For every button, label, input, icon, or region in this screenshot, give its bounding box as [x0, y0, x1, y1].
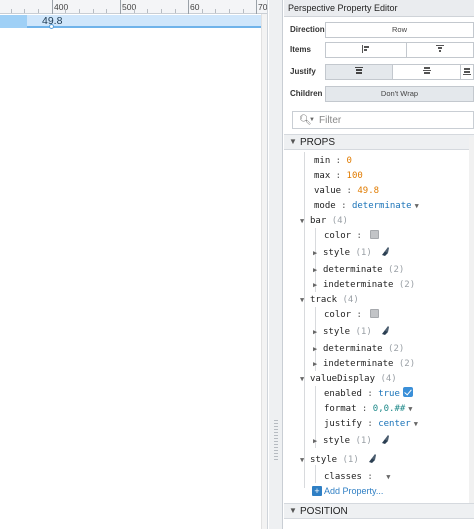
- property-editor-panel: Perspective Property Editor Direction Ro…: [284, 0, 474, 529]
- expand-arrow-icon[interactable]: ▶: [313, 434, 323, 448]
- prop-valuedisplay-style[interactable]: ▶ style (1): [313, 434, 390, 448]
- horizontal-ruler: 400 500 60 70: [0, 0, 268, 14]
- collapse-icon: ▼: [289, 137, 297, 146]
- expand-arrow-icon[interactable]: ▶: [313, 278, 323, 292]
- resize-handle[interactable]: [49, 24, 54, 29]
- chevron-down-icon[interactable]: ▼: [414, 420, 418, 428]
- children-label: Children: [290, 89, 323, 98]
- props-section-header[interactable]: ▼ PROPS: [284, 134, 474, 150]
- prop-bar-determinate[interactable]: ▶ determinate (2): [313, 263, 404, 277]
- enabled-checkbox[interactable]: [402, 387, 413, 397]
- children-wrap-select[interactable]: Don't Wrap: [325, 86, 474, 102]
- ruler-major-tick: [120, 0, 121, 14]
- add-property-button[interactable]: + Add Property...: [312, 486, 383, 496]
- ruler-major-tick: [52, 0, 53, 14]
- designer-canvas[interactable]: 400 500 60 70 49.8: [0, 0, 268, 529]
- chevron-down-icon[interactable]: ▼: [415, 202, 419, 210]
- prop-track-color[interactable]: color :: [324, 308, 380, 322]
- style-brush-icon[interactable]: [367, 454, 377, 463]
- panel-title: Perspective Property Editor: [284, 0, 474, 17]
- prop-track-indeterminate[interactable]: ▶ indeterminate (2): [313, 357, 415, 371]
- props-section-label: PROPS: [300, 137, 336, 148]
- ruler-major-tick: [188, 0, 189, 14]
- position-section-header[interactable]: ▼ POSITION: [284, 503, 474, 519]
- expand-arrow-icon[interactable]: ▶: [313, 246, 323, 260]
- plus-icon: +: [312, 486, 322, 496]
- prop-track[interactable]: ▼ track (4): [300, 293, 359, 307]
- expand-arrow-icon[interactable]: ▶: [313, 357, 323, 371]
- style-brush-icon[interactable]: [380, 435, 390, 444]
- align-center-icon: [436, 45, 444, 52]
- ruler-label: 400: [54, 2, 69, 12]
- items-row: Items: [284, 40, 474, 60]
- prop-value[interactable]: value : 49.8: [314, 184, 379, 198]
- props-scrollbar[interactable]: [469, 137, 474, 505]
- prop-max[interactable]: max : 100: [314, 169, 363, 183]
- prop-justify-value[interactable]: center: [378, 419, 411, 429]
- style-brush-icon[interactable]: [380, 247, 390, 256]
- expand-arrow-icon[interactable]: ▶: [313, 263, 323, 277]
- ruler-major-tick: [256, 0, 257, 14]
- prop-enabled-value: true: [378, 389, 400, 399]
- prop-format-value[interactable]: 0,0.##: [373, 404, 406, 414]
- prop-bar[interactable]: ▼ bar (4): [300, 214, 348, 228]
- expand-arrow-icon[interactable]: ▼: [300, 453, 310, 467]
- justify-row: Justify: [284, 62, 474, 82]
- justify-center-icon: [422, 67, 431, 74]
- canvas-scrollbar[interactable]: [261, 14, 267, 529]
- prop-bar-indeterminate[interactable]: ▶ indeterminate (2): [313, 278, 415, 292]
- expand-arrow-icon[interactable]: ▼: [300, 293, 310, 307]
- justify-start-button[interactable]: [325, 64, 393, 80]
- direction-row: Direction Row: [284, 20, 474, 40]
- justify-end-icon: [463, 68, 471, 75]
- panel-divider[interactable]: [269, 0, 283, 529]
- items-align-center-button[interactable]: [407, 42, 474, 58]
- children-row: Children Don't Wrap: [284, 84, 474, 104]
- prop-mode[interactable]: mode : determinate ▼: [314, 199, 419, 213]
- justify-label: Justify: [290, 67, 316, 76]
- prop-valuedisplay-format[interactable]: format : 0,0.## ▼: [324, 402, 413, 416]
- chevron-down-icon[interactable]: ▼: [386, 473, 390, 481]
- progress-bar-fill: [0, 15, 27, 28]
- color-swatch[interactable]: [370, 309, 380, 318]
- filter-input[interactable]: [319, 114, 469, 127]
- prop-track-style[interactable]: ▶ style (1): [313, 325, 390, 339]
- justify-center-button[interactable]: [393, 64, 461, 80]
- prop-style[interactable]: ▼ style (1): [300, 453, 377, 467]
- style-brush-icon[interactable]: [380, 326, 390, 335]
- divider-grip[interactable]: [274, 420, 278, 460]
- chevron-down-icon[interactable]: ▼: [408, 405, 412, 413]
- progress-bar-component[interactable]: 49.8: [0, 15, 267, 28]
- expand-arrow-icon[interactable]: ▼: [300, 372, 310, 386]
- prop-style-classes[interactable]: classes : ▼: [324, 470, 390, 484]
- prop-min[interactable]: min : 0: [314, 154, 352, 168]
- items-align-start-button[interactable]: [325, 42, 407, 58]
- ruler-label: 70: [258, 2, 268, 12]
- position-section-label: POSITION: [300, 506, 348, 517]
- prop-valuedisplay-enabled[interactable]: enabled : true: [324, 387, 413, 401]
- direction-select[interactable]: Row: [325, 22, 474, 38]
- prop-valuedisplay-justify[interactable]: justify : center ▼: [324, 417, 418, 431]
- prop-track-determinate[interactable]: ▶ determinate (2): [313, 342, 404, 356]
- prop-max-value[interactable]: 100: [347, 171, 363, 181]
- expand-arrow-icon[interactable]: ▼: [300, 214, 310, 228]
- items-label: Items: [290, 45, 311, 54]
- chevron-down-icon: ▼: [309, 117, 315, 123]
- ruler-label: 60: [190, 2, 200, 12]
- expand-arrow-icon[interactable]: ▶: [313, 342, 323, 356]
- prop-min-value[interactable]: 0: [347, 156, 352, 166]
- align-start-icon: [362, 45, 369, 53]
- prop-bar-color[interactable]: color :: [324, 229, 380, 243]
- color-swatch[interactable]: [370, 230, 380, 239]
- direction-label: Direction: [290, 25, 325, 34]
- justify-start-icon: [355, 67, 363, 74]
- prop-mode-value[interactable]: determinate: [352, 201, 412, 211]
- filter-box[interactable]: 🔍︎ ▼: [292, 111, 474, 129]
- prop-bar-style[interactable]: ▶ style (1): [313, 246, 390, 260]
- prop-valuedisplay[interactable]: ▼ valueDisplay (4): [300, 372, 397, 386]
- expand-arrow-icon[interactable]: ▶: [313, 325, 323, 339]
- collapse-icon: ▼: [289, 506, 297, 515]
- prop-value-value[interactable]: 49.8: [357, 186, 379, 196]
- justify-end-button[interactable]: [461, 64, 474, 80]
